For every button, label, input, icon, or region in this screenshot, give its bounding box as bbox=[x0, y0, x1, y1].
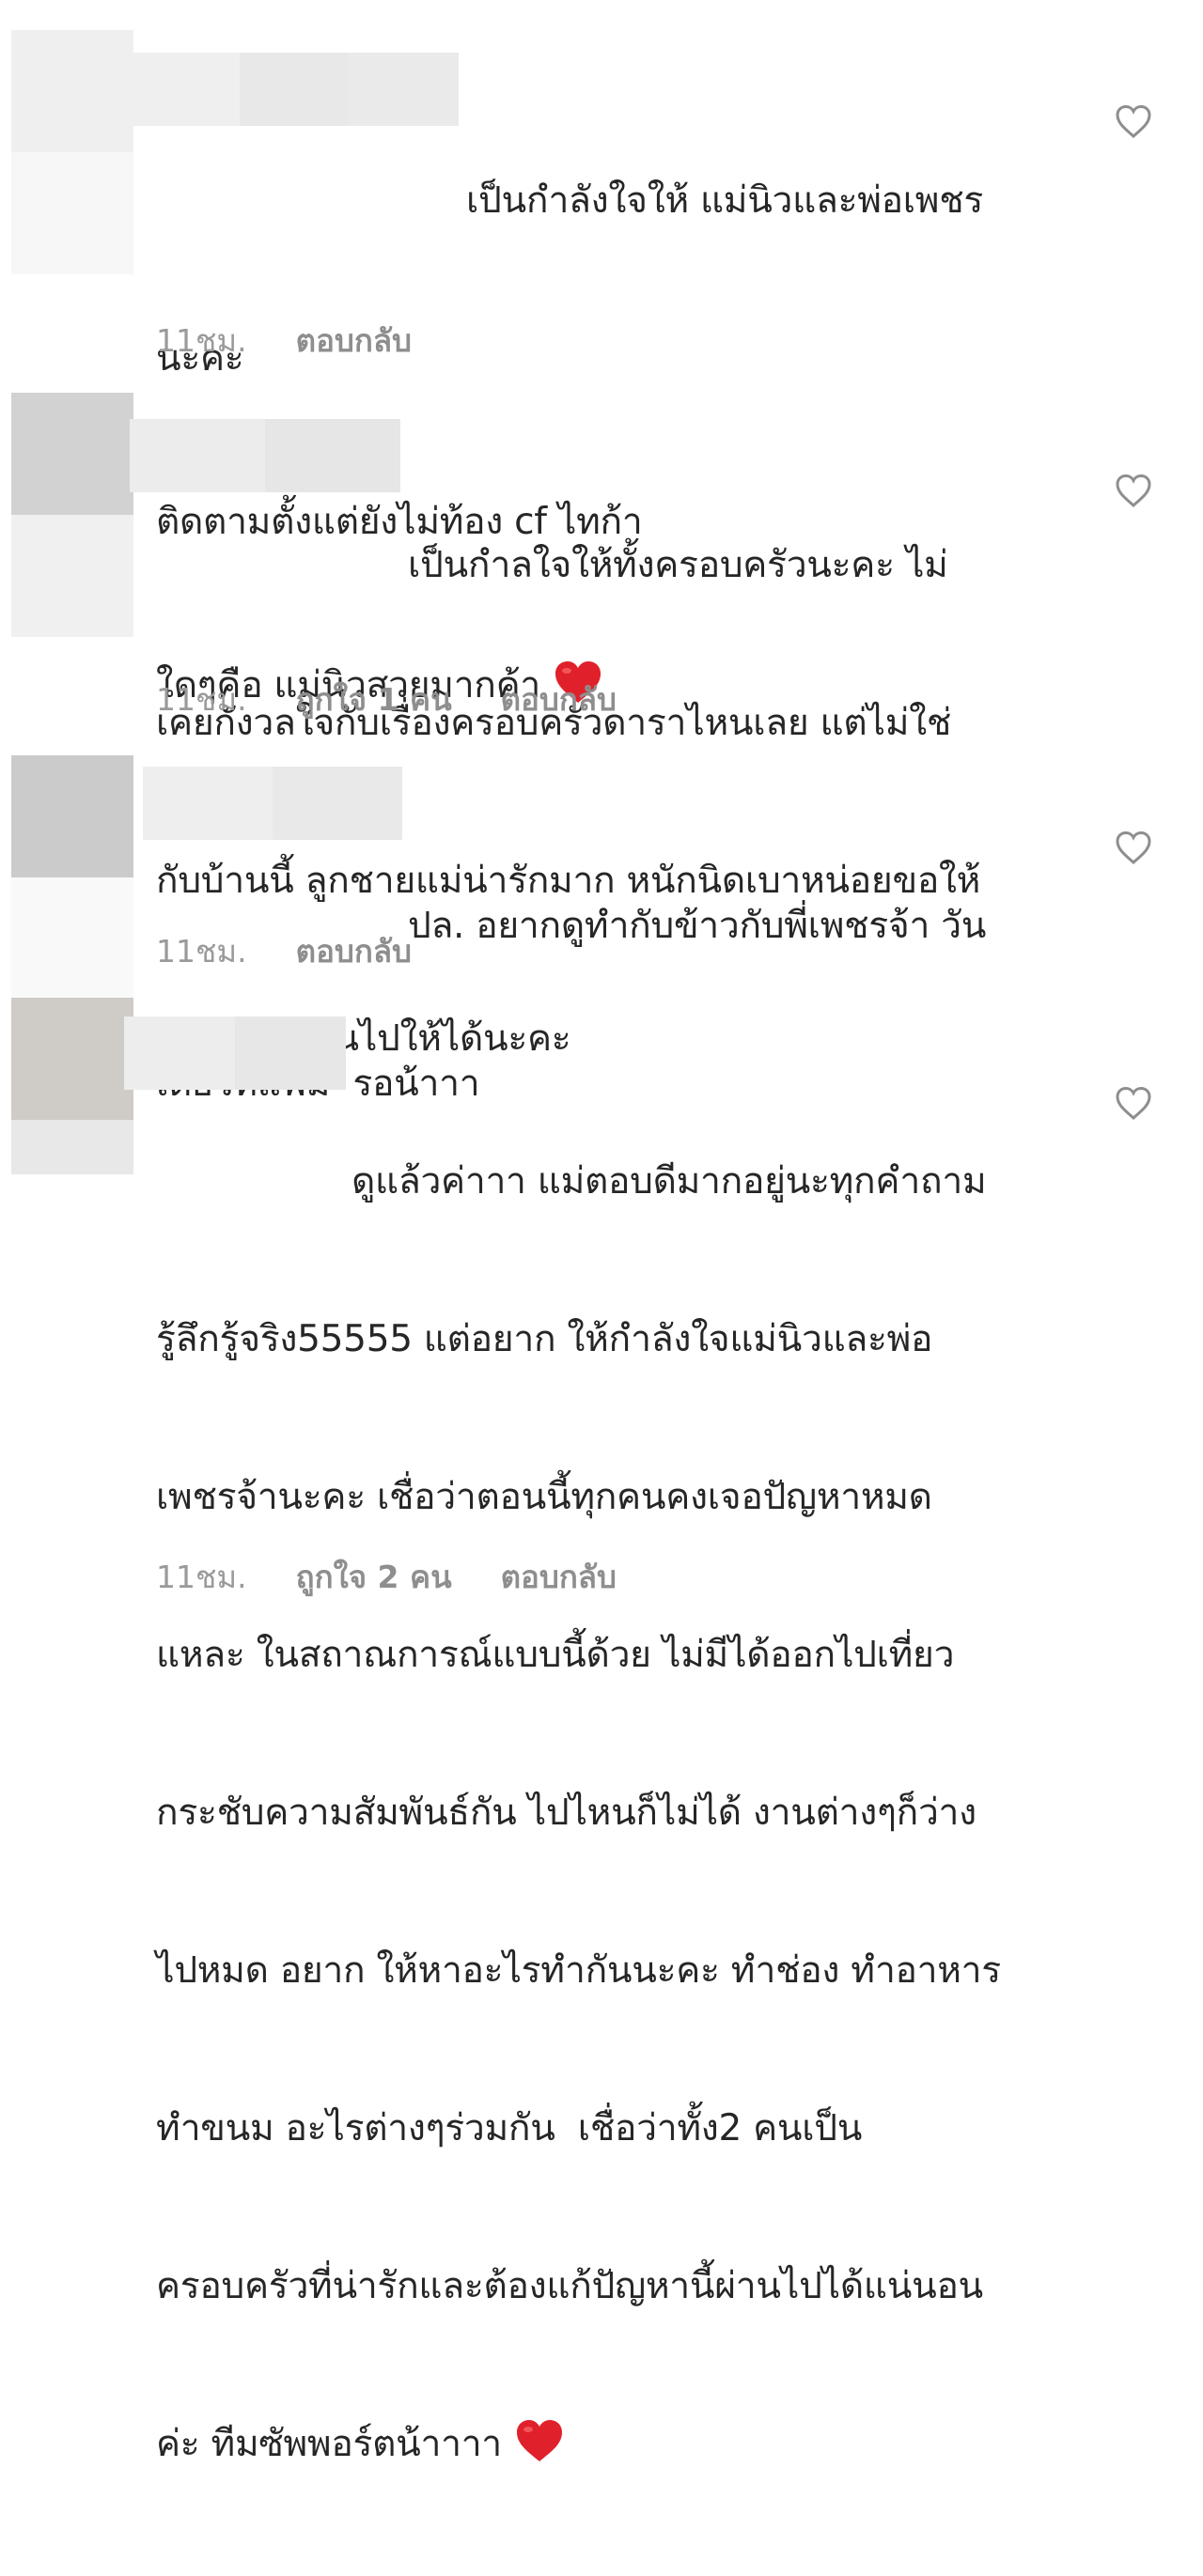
comment-line: ไปหมด อยาก ให้หาอะไรทำกันนะคะ ทำช่อง ทำอ… bbox=[156, 1949, 1001, 1992]
comment-line: ค่ะ ทีมซัพพอร์ตน้าาาา bbox=[156, 2423, 502, 2465]
comment-line: รู้ลึกรู้จริง55555 แต่อยาก ให้กำลังใจแม่… bbox=[156, 1318, 933, 1360]
comment-line: ทำขนม อะไรต่างๆร่วมกัน เชื่อว่าทั้ง2 คนเ… bbox=[156, 2107, 863, 2149]
comment-line: เป็นกำลังใจให้ แม่นิวและพ่อเพชร bbox=[466, 179, 984, 222]
likes-count-button[interactable]: ถูกใจ 2 คน bbox=[296, 1552, 452, 1602]
comment-line: เพชรจ้านะคะ เชื่อว่าตอนนี้ทุกคนคงเจอปัญห… bbox=[156, 1476, 932, 1518]
comment-text: ดูแล้วค่าาา แม่ตอบดีมากอยู่นะทุกคำถาม รู… bbox=[156, 1050, 1058, 2576]
avatar[interactable] bbox=[11, 30, 133, 274]
avatar[interactable] bbox=[11, 755, 133, 1000]
heart-outline-icon[interactable] bbox=[1115, 473, 1152, 510]
heart-outline-icon[interactable] bbox=[1115, 1085, 1152, 1123]
reply-button[interactable]: ตอบกลับ bbox=[501, 1552, 617, 1602]
reply-button[interactable]: ตอบกลับ bbox=[296, 926, 412, 976]
comment-line: ครอบครัวที่น่ารักและต้องแก้ปัญหานี้ผ่านไ… bbox=[156, 2265, 983, 2307]
timestamp: 11ชม. bbox=[156, 933, 247, 970]
reply-button[interactable]: ตอบกลับ bbox=[296, 316, 412, 365]
heart-outline-icon[interactable] bbox=[1115, 103, 1152, 141]
timestamp: 11ชม. bbox=[156, 681, 247, 718]
red-heart-emoji-icon bbox=[516, 2420, 562, 2461]
comment-meta: 11ชม. ตอบกลับ bbox=[156, 926, 412, 976]
avatar[interactable] bbox=[11, 393, 133, 637]
comment-line: กระชับความสัมพันธ์กัน ไปไหนก็ไม่ได้ งานต… bbox=[156, 1792, 976, 1834]
likes-count-button[interactable]: ถูกใจ 1 คน bbox=[296, 675, 452, 724]
timestamp: 11ชม. bbox=[156, 322, 247, 359]
reply-button[interactable]: ตอบกลับ bbox=[501, 675, 617, 724]
comment-line: ดูแล้วค่าาา แม่ตอบดีมากอยู่นะทุกคำถาม bbox=[352, 1160, 987, 1203]
comment-line: เป็นกำลใจให้ทั้งครอบครัวนะคะ ไม่ bbox=[408, 544, 948, 586]
avatar[interactable] bbox=[11, 998, 133, 1174]
comment-meta: 11ชม. ตอบกลับ bbox=[156, 316, 412, 365]
timestamp: 11ชม. bbox=[156, 1559, 247, 1595]
comment-line: แหละ ในสถาณการณ์แบบนี้ด้วย ไม่มีได้ออกไป… bbox=[156, 1634, 955, 1676]
comment-meta: 11ชม. ถูกใจ 1 คน ตอบกลับ bbox=[156, 675, 617, 724]
comment-meta: 11ชม. ถูกใจ 2 คน ตอบกลับ bbox=[156, 1552, 617, 1602]
heart-outline-icon[interactable] bbox=[1115, 830, 1152, 867]
